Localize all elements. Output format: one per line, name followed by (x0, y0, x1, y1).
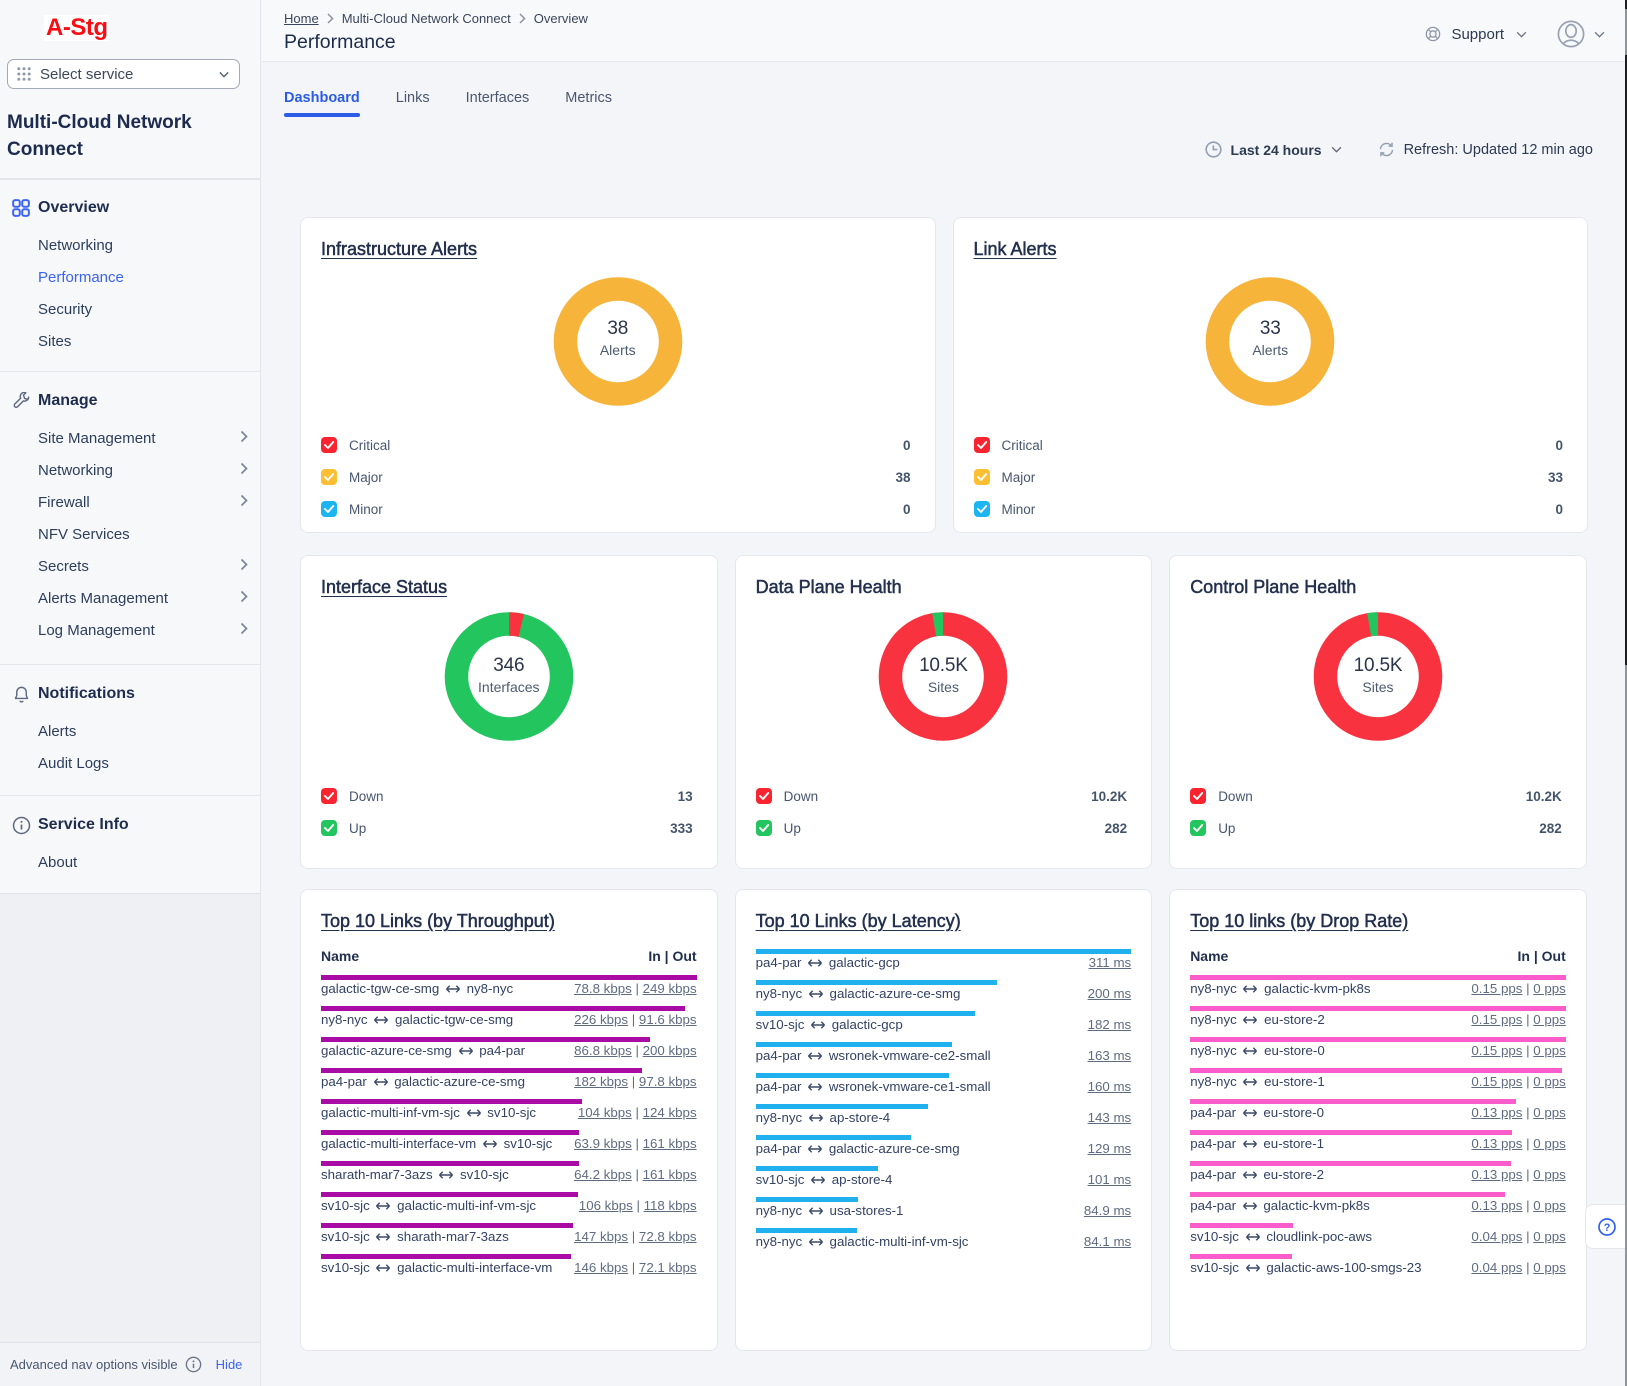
svg-text:?: ? (1603, 1221, 1610, 1233)
